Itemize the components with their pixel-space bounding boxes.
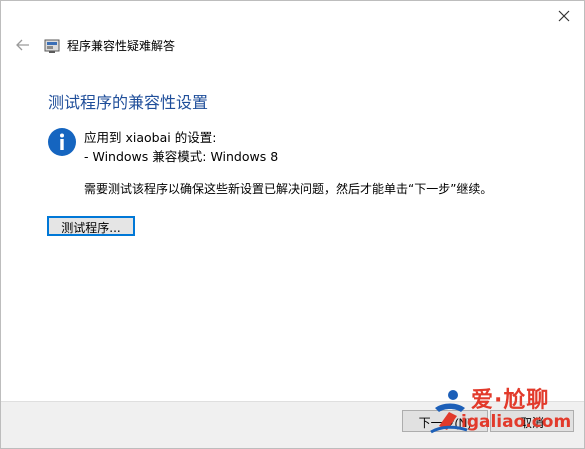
troubleshooter-icon — [44, 39, 60, 53]
back-arrow-icon — [16, 39, 29, 51]
instruction-message: 需要测试该程序以确保这些新设置已解决问题，然后才能单击“下一步”继续。 — [84, 182, 493, 196]
compatibility-troubleshooter-window: 程序兼容性疑难解答 测试程序的兼容性设置 应用到 xiaobai 的设置: - … — [0, 0, 585, 449]
footer-bar: 下一步(N) 取消 — [1, 401, 584, 448]
title-bar: 程序兼容性疑难解答 — [1, 33, 584, 59]
compatibility-mode-value: - Windows 兼容模式: Windows 8 — [84, 149, 279, 164]
window-title: 程序兼容性疑难解答 — [67, 39, 176, 53]
close-button[interactable] — [550, 5, 578, 27]
applied-settings-label: 应用到 xiaobai 的设置: — [84, 130, 217, 145]
close-icon — [558, 10, 570, 22]
cancel-button[interactable]: 取消 — [490, 410, 574, 432]
back-button[interactable] — [13, 35, 33, 55]
test-program-button[interactable]: 测试程序... — [47, 216, 135, 236]
page-heading: 测试程序的兼容性设置 — [48, 93, 209, 112]
next-button[interactable]: 下一步(N) — [402, 410, 488, 432]
info-icon — [48, 128, 76, 156]
